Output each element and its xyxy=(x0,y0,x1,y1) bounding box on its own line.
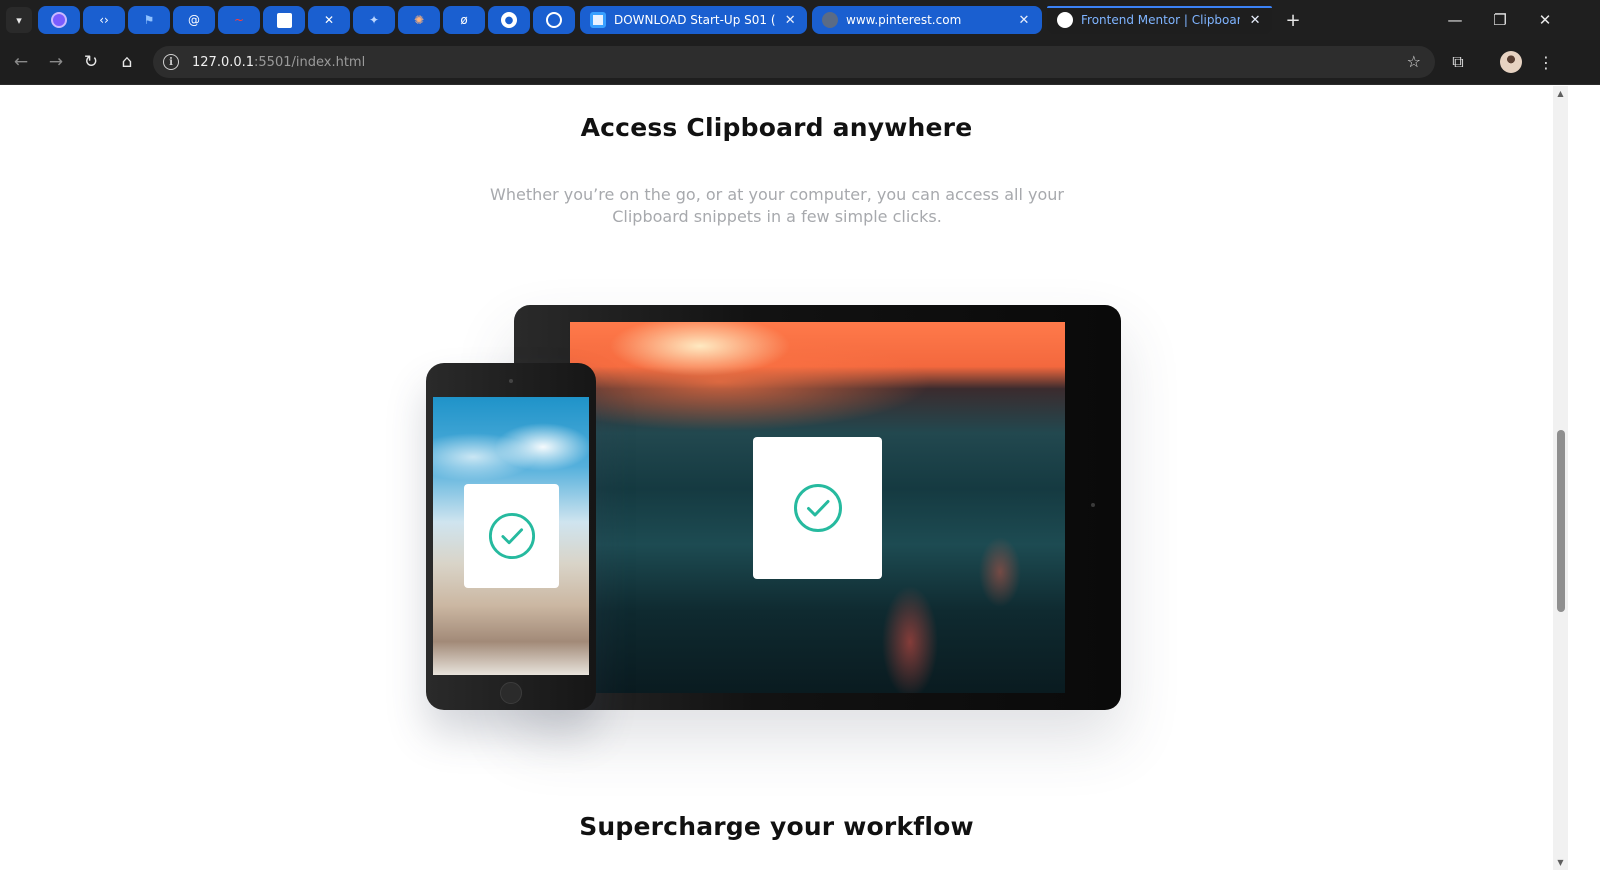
tab-title: Frontend Mentor | Clipboard la xyxy=(1081,13,1241,27)
restore-icon: ❐ xyxy=(1493,11,1507,29)
swirl-icon: @ xyxy=(188,13,200,27)
tab-pinterest[interactable]: www.pinterest.com ✕ xyxy=(812,6,1042,34)
flag-icon: ⚑ xyxy=(143,13,155,27)
new-tab-button[interactable]: + xyxy=(1280,8,1306,32)
red-swoosh-icon: ~ xyxy=(233,13,245,27)
browser-menu-button[interactable]: ⋮ xyxy=(1532,48,1560,76)
tablet-check-card xyxy=(753,437,882,579)
tab-search-button[interactable]: ▾ xyxy=(6,7,32,33)
url-path: :5501/index.html xyxy=(254,54,366,70)
home-icon: ⌂ xyxy=(121,52,133,72)
close-icon[interactable]: ✕ xyxy=(1248,13,1262,28)
back-button[interactable]: ← xyxy=(7,48,35,76)
tab-strip: ▾ ‹› ⚑ @ ~ ✕ ✦ ✺ ø ● DOWNLOAD Start-Up S… xyxy=(0,0,1600,40)
close-icon[interactable]: ✕ xyxy=(1016,13,1032,28)
puzzle-icon: ⧉ xyxy=(1452,52,1464,71)
github-icon: ● xyxy=(501,12,517,28)
close-icon[interactable]: ✕ xyxy=(783,13,797,28)
pinned-tab[interactable] xyxy=(263,6,305,34)
page-viewport: Access Clipboard anywhere Whether you’re… xyxy=(0,86,1553,870)
openai-icon xyxy=(546,12,562,28)
phone-camera xyxy=(509,379,513,383)
chevron-down-icon: ▾ xyxy=(16,13,22,27)
pinterest-icon xyxy=(822,12,838,28)
profile-button[interactable] xyxy=(1497,48,1525,76)
site-info-icon[interactable]: i xyxy=(163,54,179,70)
slashed-circle-icon: ø xyxy=(460,13,468,27)
notion-icon xyxy=(276,12,292,28)
page-scrollbar[interactable]: ▲ ▼ xyxy=(1553,86,1568,870)
close-icon: ✕ xyxy=(1538,11,1552,29)
phone-device xyxy=(426,363,596,710)
home-button[interactable]: ⌂ xyxy=(113,48,141,76)
tablet-screen xyxy=(570,322,1065,693)
pinned-tab[interactable]: ✕ xyxy=(308,6,350,34)
window-gutter xyxy=(1568,86,1600,870)
scroll-up-arrow-icon[interactable]: ▲ xyxy=(1556,89,1565,98)
pinned-tab[interactable]: @ xyxy=(173,6,215,34)
browser-toolbar: ← → ↻ ⌂ i 127.0.0.1 :5501/index.html ☆ ⧉… xyxy=(0,40,1600,85)
address-bar[interactable]: i 127.0.0.1 :5501/index.html ☆ xyxy=(153,46,1435,78)
tablet-camera xyxy=(1091,503,1095,507)
pinned-tab[interactable]: ‹› xyxy=(83,6,125,34)
phone-check-card xyxy=(464,484,559,588)
starburst-icon: ✺ xyxy=(413,13,425,27)
restore-button[interactable]: ❐ xyxy=(1477,0,1523,40)
phone-home-button xyxy=(500,682,522,704)
extensions-button[interactable]: ⧉ xyxy=(1444,48,1472,76)
tab-title: www.pinterest.com xyxy=(846,13,962,27)
pinned-tab[interactable]: ✺ xyxy=(398,6,440,34)
pinned-tab[interactable]: ~ xyxy=(218,6,260,34)
reload-button[interactable]: ↻ xyxy=(77,48,105,76)
section-title-supercharge: Supercharge your workflow xyxy=(579,812,974,841)
forward-button[interactable]: → xyxy=(42,48,70,76)
window-close-button[interactable]: ✕ xyxy=(1522,0,1568,40)
minimize-icon: — xyxy=(1447,11,1463,29)
code-brackets-icon: ‹› xyxy=(99,13,109,27)
section-description: Whether you’re on the go, or at your com… xyxy=(490,185,1064,226)
tab-frontend-mentor[interactable]: Frontend Mentor | Clipboard la ✕ xyxy=(1047,6,1272,34)
reload-icon: ↻ xyxy=(83,52,99,72)
phone-screen xyxy=(433,397,589,675)
pinned-tab[interactable] xyxy=(38,6,80,34)
scroll-down-arrow-icon[interactable]: ▼ xyxy=(1556,858,1565,867)
section-title-access: Access Clipboard anywhere xyxy=(580,113,973,142)
check-circle-icon xyxy=(488,512,535,560)
url-host: 127.0.0.1 xyxy=(192,54,255,70)
minimize-button[interactable]: — xyxy=(1432,0,1478,40)
frontend-mentor-icon xyxy=(1057,12,1073,28)
more-vertical-icon: ⋮ xyxy=(1538,52,1554,72)
x-logo-icon: ✕ xyxy=(323,13,335,27)
page-favicon-icon xyxy=(590,12,606,28)
sparkle-icon: ✦ xyxy=(368,13,380,27)
pinned-tab[interactable]: ⚑ xyxy=(128,6,170,34)
tab-download[interactable]: DOWNLOAD Start-Up S01 (Com ✕ xyxy=(580,6,807,34)
pinned-tab[interactable]: ✦ xyxy=(353,6,395,34)
ai-brain-icon xyxy=(51,12,67,28)
bookmark-star-icon[interactable]: ☆ xyxy=(1407,52,1421,71)
pinned-tab[interactable]: ● xyxy=(488,6,530,34)
pinned-tab[interactable] xyxy=(533,6,575,34)
arrow-left-icon: ← xyxy=(13,52,29,72)
arrow-right-icon: → xyxy=(48,52,64,72)
avatar xyxy=(1500,51,1522,73)
pinned-tab[interactable]: ø xyxy=(443,6,485,34)
plus-icon: + xyxy=(1285,9,1301,31)
tab-title: DOWNLOAD Start-Up S01 (Com xyxy=(614,13,776,27)
check-circle-icon xyxy=(793,484,842,532)
scrollbar-thumb[interactable] xyxy=(1557,430,1565,612)
tablet-device xyxy=(514,305,1121,710)
